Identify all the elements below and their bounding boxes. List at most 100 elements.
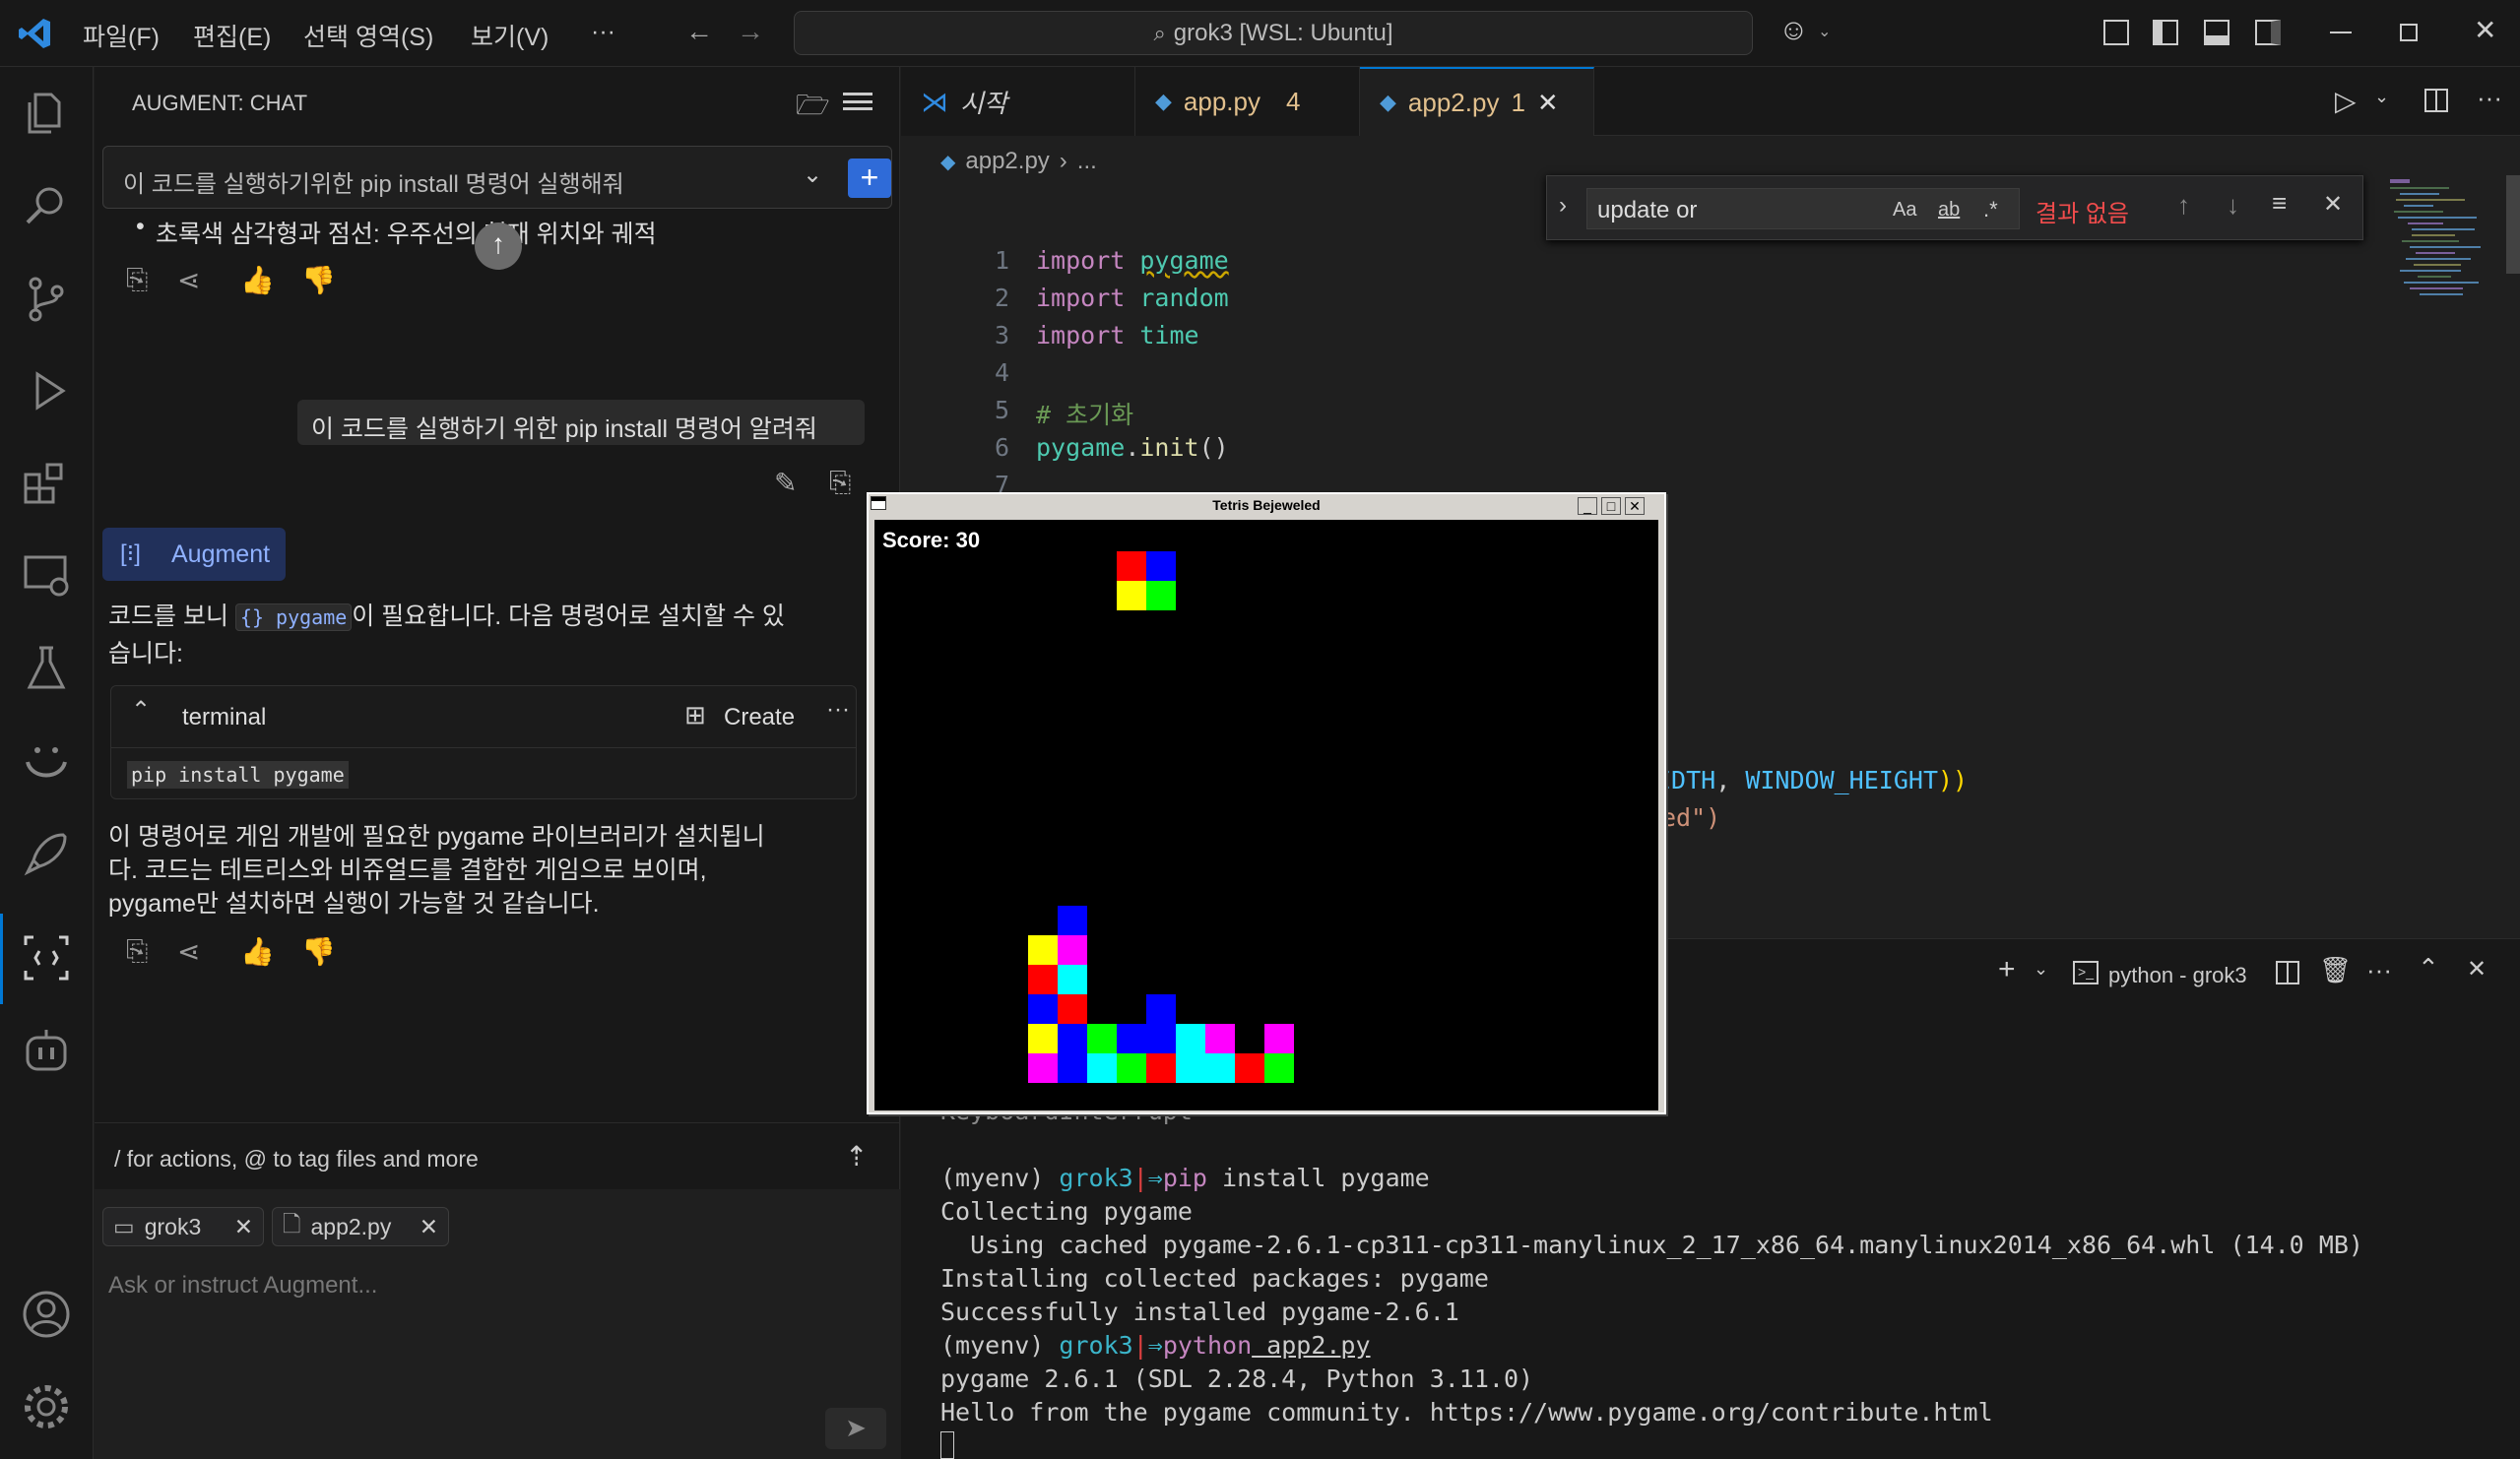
whole-word-icon[interactable]: ab bbox=[1938, 199, 1960, 222]
toggle-secondary-sidebar-icon[interactable] bbox=[2255, 20, 2281, 45]
close-icon[interactable]: ✕ bbox=[1625, 497, 1645, 515]
share-icon[interactable]: ⋖ bbox=[177, 935, 200, 968]
share-icon[interactable]: ⋖ bbox=[177, 264, 200, 296]
maximize-panel-icon[interactable]: ⌃ bbox=[2418, 953, 2439, 983]
thumbs-up-icon[interactable]: 👍 bbox=[240, 264, 275, 296]
menu-edit[interactable]: 편집(E) bbox=[193, 18, 271, 53]
game-window[interactable]: Tetris Bejeweled _ □ ✕ Score: 30 bbox=[867, 492, 1666, 1114]
thumbs-down-icon[interactable]: 👎 bbox=[301, 264, 336, 296]
menu-more[interactable]: ··· bbox=[591, 18, 615, 46]
stacked-block bbox=[1146, 1053, 1176, 1083]
prompt-arrow: ⇒ bbox=[1147, 1331, 1163, 1360]
thumbs-up-icon[interactable]: 👍 bbox=[240, 935, 275, 968]
remove-chip-icon[interactable]: ✕ bbox=[234, 1214, 253, 1240]
expand-up-arrow-icon[interactable]: ⇡ bbox=[845, 1140, 868, 1173]
copy-icon[interactable]: ⎘ bbox=[126, 935, 148, 968]
copilot-icon[interactable]: ☺ bbox=[1778, 14, 1809, 47]
more-actions-icon[interactable]: ··· bbox=[2477, 83, 2502, 113]
chat-input-placeholder[interactable]: Ask or instruct Augment... bbox=[108, 1272, 377, 1300]
toggle-primary-sidebar-icon[interactable] bbox=[2153, 20, 2178, 45]
context-chip-file[interactable]: 🗋 app2.py ✕ bbox=[272, 1207, 449, 1246]
falling-block bbox=[1117, 581, 1146, 610]
folder-open-icon[interactable]: 🗁 bbox=[796, 85, 830, 132]
forward-arrow-icon[interactable]: → bbox=[737, 16, 764, 47]
robot-icon[interactable] bbox=[20, 1024, 73, 1077]
thumbs-down-icon[interactable]: 👎 bbox=[301, 935, 336, 968]
next-match-icon[interactable]: ↓ bbox=[2227, 190, 2239, 221]
chevron-down-icon[interactable]: ⌄ bbox=[2374, 87, 2389, 107]
explorer-icon[interactable] bbox=[20, 87, 73, 140]
menu-file[interactable]: 파일(F) bbox=[83, 18, 160, 53]
edit-pencil-icon[interactable]: ✎ bbox=[774, 467, 797, 499]
collapse-icon[interactable]: ⌃ bbox=[131, 696, 151, 725]
scroll-up-arrow-icon[interactable]: ↑ bbox=[475, 222, 522, 270]
more-actions-icon[interactable]: ··· bbox=[826, 696, 850, 724]
more-actions-icon[interactable]: ··· bbox=[2366, 955, 2392, 985]
breadcrumb-rest[interactable]: ... bbox=[1077, 148, 1097, 175]
menu-view[interactable]: 보기(V) bbox=[471, 18, 549, 53]
editor-scrollbar[interactable] bbox=[2506, 175, 2520, 274]
tab-app-py[interactable]: ◆ app.py 4 bbox=[1135, 67, 1360, 136]
back-arrow-icon[interactable]: ← bbox=[685, 16, 713, 47]
rocket-icon[interactable] bbox=[20, 827, 73, 880]
chevron-down-icon[interactable]: ⌄ bbox=[803, 160, 822, 189]
create-button[interactable]: Create bbox=[724, 704, 795, 731]
run-icon[interactable]: ▷ bbox=[2335, 85, 2357, 117]
settings-gear-icon[interactable] bbox=[20, 1380, 73, 1433]
account-icon[interactable] bbox=[20, 1288, 73, 1341]
new-terminal-plus-icon[interactable]: + bbox=[1998, 953, 2016, 986]
terminal-title[interactable]: python - grok3 bbox=[2108, 963, 2247, 988]
thread-selector[interactable]: 이 코드를 실행하기위한 pip install 명령어 실행해줘 ⌄ + bbox=[102, 146, 892, 209]
context-chip-folder[interactable]: ▭ grok3 ✕ bbox=[102, 1207, 264, 1246]
find-in-selection-icon[interactable]: ≡ bbox=[2272, 188, 2287, 219]
copy-message-icon[interactable]: ⎘ bbox=[829, 467, 851, 499]
create-file-icon[interactable]: ⊞ bbox=[684, 700, 706, 730]
remove-chip-icon[interactable]: ✕ bbox=[420, 1214, 438, 1240]
tab-welcome[interactable]: ⋊ 시작 bbox=[901, 67, 1135, 136]
previous-match-icon[interactable]: ↑ bbox=[2177, 190, 2190, 221]
split-terminal-icon[interactable] bbox=[2276, 961, 2299, 984]
remote-explorer-icon[interactable] bbox=[20, 549, 73, 603]
command-center-label: grok3 [WSL: Ubuntu] bbox=[1173, 19, 1393, 46]
extensions-icon[interactable] bbox=[20, 457, 73, 510]
toggle-replace-chevron-icon[interactable]: › bbox=[1559, 192, 1567, 220]
close-tab-icon[interactable]: ✕ bbox=[1537, 88, 1559, 118]
code-block-title: terminal bbox=[182, 704, 267, 730]
breadcrumb-separator-icon: › bbox=[1059, 148, 1067, 174]
minimize-icon[interactable] bbox=[2330, 32, 2352, 33]
find-input[interactable]: update or Aa ab .* bbox=[1586, 188, 2020, 229]
augment-icon[interactable] bbox=[20, 931, 73, 984]
new-thread-plus-icon[interactable]: + bbox=[848, 159, 891, 198]
tab-app2-py[interactable]: ◆ app2.py 1 ✕ bbox=[1360, 67, 1594, 136]
chevron-down-icon[interactable]: ⌄ bbox=[2034, 959, 2048, 980]
game-canvas[interactable]: Score: 30 bbox=[874, 520, 1658, 1110]
regex-icon[interactable]: .* bbox=[1983, 197, 1998, 222]
menu-lines-icon[interactable] bbox=[843, 93, 872, 110]
restore-icon[interactable] bbox=[2400, 24, 2418, 41]
minimize-icon[interactable]: _ bbox=[1578, 497, 1597, 515]
match-case-icon[interactable]: Aa bbox=[1893, 199, 1916, 222]
split-editor-icon[interactable] bbox=[2424, 89, 2448, 112]
minimap[interactable] bbox=[2390, 175, 2488, 727]
send-icon[interactable]: ➤ bbox=[825, 1408, 886, 1449]
prompt-dir: grok3 bbox=[1059, 1331, 1133, 1360]
close-window-icon[interactable]: ✕ bbox=[2474, 14, 2496, 46]
customize-layout-icon[interactable] bbox=[2103, 20, 2129, 45]
command-center-search[interactable]: ⌕ grok3 [WSL: Ubuntu] bbox=[794, 11, 1753, 55]
chevron-down-icon[interactable]: ⌄ bbox=[1818, 22, 1831, 41]
smile-assistant-icon[interactable] bbox=[20, 734, 73, 788]
testing-icon[interactable] bbox=[20, 642, 73, 695]
maximize-icon[interactable]: □ bbox=[1601, 497, 1621, 515]
menu-selection[interactable]: 선택 영역(S) bbox=[303, 18, 433, 53]
close-panel-icon[interactable]: ✕ bbox=[2467, 955, 2487, 983]
trash-icon[interactable]: 🗑 bbox=[2319, 955, 2352, 985]
search-view-icon[interactable] bbox=[20, 179, 73, 232]
close-find-icon[interactable]: ✕ bbox=[2323, 190, 2343, 219]
toggle-panel-icon[interactable] bbox=[2204, 20, 2229, 45]
panel-title: AUGMENT: CHAT bbox=[132, 91, 308, 115]
prompt-sep: | bbox=[1132, 1331, 1148, 1360]
copy-icon[interactable]: ⎘ bbox=[126, 264, 148, 296]
breadcrumb-file[interactable]: app2.py bbox=[965, 148, 1049, 175]
run-debug-icon[interactable] bbox=[20, 364, 73, 417]
source-control-icon[interactable] bbox=[20, 272, 73, 325]
